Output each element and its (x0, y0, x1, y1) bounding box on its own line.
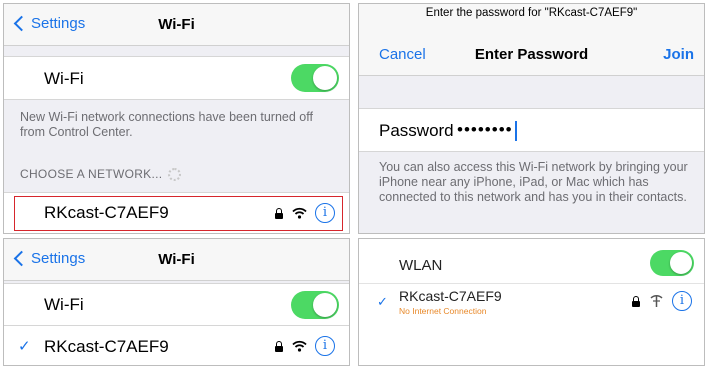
toggle-knob (670, 252, 692, 274)
lock-icon (631, 295, 641, 307)
wlan-toggle[interactable] (650, 250, 694, 276)
page-title: Wi-Fi (158, 16, 195, 33)
checkmark-icon: ✓ (18, 338, 31, 355)
wlan-network-row[interactable]: ✓ RKcast-C7AEF9 No Internet Connection i (359, 284, 704, 324)
nav-bar: Settings Wi-Fi (4, 4, 349, 46)
wifi-label: Wi-Fi (44, 295, 84, 314)
page-title: Enter Password (474, 46, 589, 63)
section-header-label: CHOOSE A NETWORK... (20, 167, 163, 181)
connected-network-row[interactable]: ✓ RKcast-C7AEF9 i (4, 325, 349, 365)
password-field[interactable]: •••••••• (457, 120, 517, 141)
info-icon[interactable]: i (672, 291, 692, 311)
toggle-knob (313, 66, 337, 90)
password-prompt: Enter the password for "RKcast-C7AEF9" (425, 7, 638, 19)
wifi-toggle[interactable] (291, 64, 339, 92)
password-label: Password (379, 121, 454, 140)
control-center-note: New Wi-Fi network connections have been … (20, 110, 313, 139)
highlight-box (14, 196, 343, 231)
page-title: Wi-Fi (158, 251, 195, 268)
wifi-toggle[interactable] (291, 291, 339, 319)
wlan-settings-panel: WLAN ✓ RKcast-C7AEF9 No Internet Connect… (358, 238, 705, 366)
network-name: RKcast-C7AEF9 (44, 337, 169, 356)
wlan-label: WLAN (399, 257, 443, 274)
network-status: No Internet Connection (399, 306, 487, 316)
password-mask: •••••••• (457, 120, 513, 139)
join-button[interactable]: Join (663, 46, 694, 63)
spinner-icon (168, 168, 182, 182)
text-cursor (514, 120, 517, 141)
lock-icon (274, 340, 284, 352)
toggle-knob (313, 293, 337, 317)
wifi-signal-icon (292, 340, 307, 352)
wifi-label: Wi-Fi (44, 69, 84, 88)
password-header: Enter the password for "RKcast-C7AEF9" C… (359, 4, 704, 76)
enter-password-panel: Enter the password for "RKcast-C7AEF9" C… (358, 3, 705, 234)
section-header: CHOOSE A NETWORK... (20, 167, 182, 182)
password-note: You can also access this Wi-Fi network b… (379, 160, 688, 204)
network-icons: i (274, 336, 335, 356)
network-name: RKcast-C7AEF9 (399, 288, 502, 304)
wifi-toggle-row: Wi-Fi (4, 283, 349, 325)
wifi-no-internet-icon (650, 295, 663, 307)
info-icon[interactable]: i (315, 336, 335, 356)
wifi-settings-panel: Settings Wi-Fi Wi-Fi New Wi-Fi network c… (3, 3, 350, 234)
checkmark-icon: ✓ (377, 294, 388, 309)
network-icons: i (631, 291, 692, 311)
wifi-connected-panel: Settings Wi-Fi Wi-Fi ✓ RKcast-C7AEF9 i (3, 238, 350, 366)
wifi-toggle-row: Wi-Fi (4, 56, 349, 100)
password-row[interactable]: Password •••••••• (359, 108, 704, 152)
nav-bar: Settings Wi-Fi (4, 239, 349, 281)
